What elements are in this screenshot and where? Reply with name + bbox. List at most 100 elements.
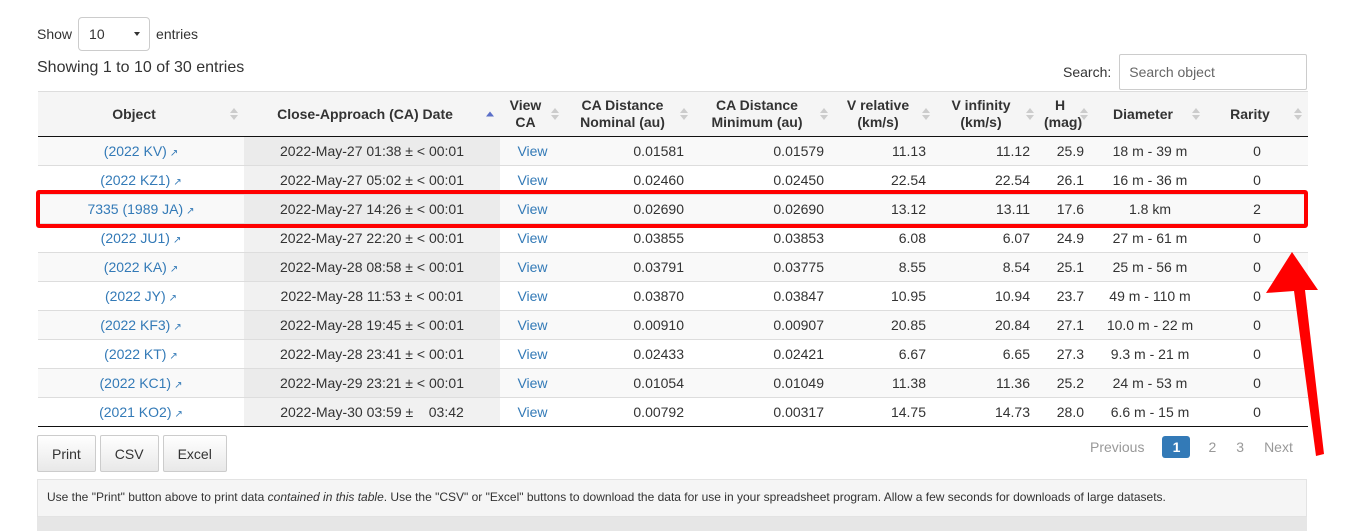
red-arrow-shape: [1266, 252, 1324, 456]
ca-distance-nominal-cell: 0.02433: [565, 339, 694, 369]
h-mag-cell: 25.2: [1040, 368, 1094, 398]
external-link-icon[interactable]: ↗: [173, 177, 181, 188]
ca-date-cell: 2022-May-29 23:21 ± < 00:01: [280, 375, 464, 391]
table-body: (2022 KV) ↗ 2022-May-27 01:38 ± < 00:01 Vie…: [38, 136, 1308, 427]
object-link[interactable]: (2022 JY): [105, 288, 166, 304]
object-link[interactable]: (2022 KA): [104, 259, 167, 275]
object-link[interactable]: (2022 KT): [104, 346, 166, 362]
page-2-button[interactable]: 2: [1198, 439, 1226, 455]
column-header-3[interactable]: CA Distance Nominal (au): [565, 91, 694, 137]
column-header-label: V infinity: [951, 97, 1011, 113]
v-relative-cell: 11.13: [834, 136, 936, 166]
column-header-2[interactable]: View CA: [500, 91, 565, 137]
v-infinity-cell: 8.54: [1002, 259, 1030, 275]
ca-distance-nominal-cell: 0.02460: [633, 172, 684, 188]
diameter-cell: 24 m - 53 m: [1094, 368, 1206, 398]
ca-date-cell: 2022-May-28 23:41 ± < 00:01: [244, 339, 500, 369]
ca-distance-nominal-cell: 0.01054: [565, 368, 694, 398]
excel-button[interactable]: Excel: [162, 435, 227, 472]
external-link-icon[interactable]: ↗: [169, 293, 177, 304]
object-link[interactable]: (2022 KF3): [100, 317, 170, 333]
sort-descending-icon: [551, 115, 559, 120]
sort-descending-icon: [922, 115, 930, 120]
v-infinity-cell: 11.12: [996, 143, 1030, 159]
ca-distance-minimum-cell: 0.03775: [694, 252, 834, 282]
external-link-icon[interactable]: ↗: [174, 380, 182, 391]
column-header-7[interactable]: H (mag): [1040, 91, 1094, 137]
external-link-icon[interactable]: ↗: [170, 264, 178, 275]
sort-icon: [551, 108, 559, 120]
sort-descending-icon: [1192, 115, 1200, 120]
v-infinity-cell: 11.36: [996, 375, 1030, 391]
external-link-icon[interactable]: ↗: [173, 235, 181, 246]
view-ca-link[interactable]: View: [517, 172, 547, 188]
ca-distance-nominal-cell: 0.01054: [633, 375, 684, 391]
ca-date-cell: 2022-May-28 11:53 ± < 00:01: [280, 288, 464, 304]
previous-page-button[interactable]: Previous: [1080, 439, 1154, 455]
entries-select[interactable]: 10: [78, 17, 151, 51]
v-infinity-cell: 20.84: [936, 310, 1040, 340]
column-header-label: Object: [112, 105, 156, 122]
column-header-1[interactable]: Close-Approach (CA) Date: [244, 91, 500, 137]
sort-descending-icon: [230, 115, 238, 120]
column-header-4[interactable]: CA Distance Minimum (au): [694, 91, 834, 137]
column-header-label: View: [509, 97, 542, 113]
search-input[interactable]: [1119, 54, 1308, 90]
export-notice: Use the "Print" button above to print da…: [37, 479, 1307, 517]
column-header-0[interactable]: Object: [38, 91, 244, 137]
view-ca-link[interactable]: View: [517, 375, 547, 391]
page-3-button[interactable]: 3: [1226, 439, 1254, 455]
notice-text-1: Use the "Print" button above to print da…: [47, 490, 268, 504]
diameter-cell: 10.0 m - 22 m: [1106, 317, 1194, 333]
print-button[interactable]: Print: [37, 435, 96, 472]
view-ca-link[interactable]: View: [517, 404, 547, 420]
sort-descending-icon: [1080, 115, 1088, 120]
column-header-label: CA Distance: [581, 97, 664, 113]
ca-distance-nominal-cell: 0.03870: [633, 288, 684, 304]
entries-label: entries: [156, 26, 199, 42]
ca-date-cell: 2022-May-27 01:38 ± < 00:01: [280, 143, 464, 159]
v-relative-cell: 6.67: [834, 339, 936, 369]
view-ca-link[interactable]: View: [517, 230, 547, 246]
view-ca-cell: View: [500, 310, 565, 340]
page-1-button[interactable]: 1: [1162, 436, 1191, 458]
object-link[interactable]: (2022 KZ1): [100, 172, 170, 188]
object-link[interactable]: (2022 JU1): [101, 230, 170, 246]
ca-distance-minimum-cell: 0.01579: [773, 143, 824, 159]
column-header-8[interactable]: Diameter: [1094, 91, 1206, 137]
column-header-sublabel: (mag): [1044, 114, 1083, 130]
h-mag-cell: 25.9: [1056, 143, 1084, 159]
view-ca-link[interactable]: View: [517, 259, 547, 275]
external-link-icon[interactable]: ↗: [173, 322, 181, 333]
ca-distance-nominal-cell: 0.03870: [565, 281, 694, 311]
h-mag-cell: 27.1: [1056, 317, 1084, 333]
column-header-label: V relative: [846, 97, 910, 113]
column-header-sublabel: (km/s): [857, 114, 899, 130]
h-mag-cell: 28.0: [1040, 397, 1094, 427]
view-ca-link[interactable]: View: [517, 317, 547, 333]
object-cell: (2022 KF3) ↗: [38, 310, 244, 340]
object-cell: (2022 KV) ↗: [38, 136, 244, 166]
ca-distance-minimum-cell: 0.03853: [773, 230, 824, 246]
column-header-5[interactable]: V relative (km/s): [834, 91, 936, 137]
sort-ascending-icon: [1080, 108, 1088, 113]
object-link[interactable]: (2021 KO2): [99, 404, 171, 420]
object-link[interactable]: (2022 KC1): [100, 375, 172, 391]
view-ca-link[interactable]: View: [517, 346, 547, 362]
sort-descending-icon: [680, 115, 688, 120]
table-row: (2022 KF3) ↗ 2022-May-28 19:45 ± < 00:01 Vi…: [38, 310, 1308, 340]
external-link-icon[interactable]: ↗: [174, 409, 182, 420]
sort-icon: [1192, 108, 1200, 120]
view-ca-cell: View: [500, 368, 565, 398]
column-header-6[interactable]: V infinity (km/s): [936, 91, 1040, 137]
view-ca-link[interactable]: View: [517, 143, 547, 159]
csv-button[interactable]: CSV: [99, 435, 159, 472]
table-info: Showing 1 to 10 of 30 entries: [37, 59, 245, 76]
external-link-icon[interactable]: ↗: [169, 351, 177, 362]
external-link-icon[interactable]: ↗: [170, 148, 178, 159]
view-ca-link[interactable]: View: [517, 288, 547, 304]
column-header-9[interactable]: Rarity: [1206, 91, 1308, 137]
diameter-cell: 49 m - 110 m: [1094, 281, 1206, 311]
object-link[interactable]: (2022 KV): [104, 143, 167, 159]
table-row: (2022 KC1) ↗ 2022-May-29 23:21 ± < 00:01 Vi…: [38, 368, 1308, 398]
